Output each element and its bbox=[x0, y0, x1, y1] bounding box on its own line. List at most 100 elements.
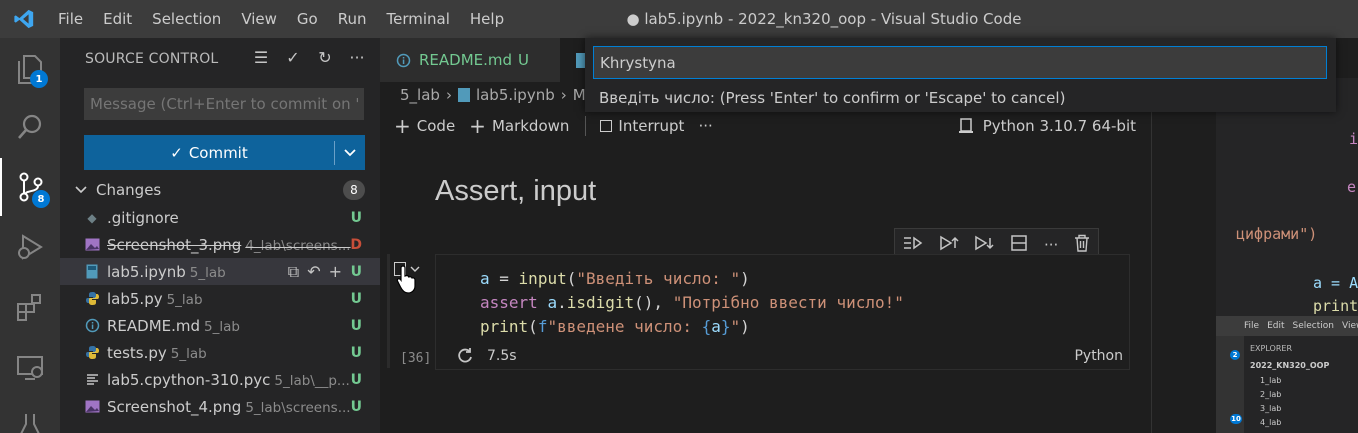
explorer-icon[interactable]: 1 bbox=[0, 40, 60, 98]
menu-run[interactable]: Run bbox=[328, 0, 377, 38]
menu-bar: File Edit Selection View Go Run Terminal… bbox=[48, 0, 514, 38]
stage-changes-icon[interactable]: + bbox=[329, 262, 342, 282]
notebook-file-icon bbox=[84, 264, 100, 280]
menu-file[interactable]: File bbox=[48, 0, 93, 38]
code-fragment: print bbox=[1313, 297, 1358, 315]
breadcrumb-file[interactable]: lab5.ipynb bbox=[476, 86, 555, 104]
title-bar: File Edit Selection View Go Run Terminal… bbox=[0, 0, 1358, 38]
interrupt-button[interactable]: Interrupt bbox=[600, 117, 684, 135]
image-file-icon bbox=[84, 237, 100, 253]
change-item-screenshot-3[interactable]: Screenshot_3.png 4_lab\screens... D bbox=[60, 231, 380, 258]
plus-icon: + bbox=[394, 114, 411, 138]
kernel-picker[interactable]: Python 3.10.7 64-bit bbox=[957, 117, 1136, 135]
changes-group-header[interactable]: Changes 8 bbox=[74, 179, 370, 201]
screenshot-menu-bar: File Edit Selection View bbox=[1216, 316, 1358, 336]
code-fragment: i bbox=[1349, 130, 1358, 148]
commit-button[interactable]: ✓ Commit bbox=[84, 135, 365, 170]
menu-terminal[interactable]: Terminal bbox=[377, 0, 460, 38]
cell-code-editor[interactable]: a = input("Введіть число: ") assert a.is… bbox=[480, 267, 904, 339]
add-code-label: Code bbox=[416, 117, 456, 135]
commit-message-input[interactable] bbox=[84, 88, 364, 120]
testing-icon[interactable] bbox=[0, 396, 60, 433]
change-item-lab5-py[interactable]: lab5.py 5_lab U bbox=[60, 285, 380, 312]
more-actions-icon[interactable]: ··· bbox=[348, 48, 366, 67]
cell-language[interactable]: Python bbox=[1074, 348, 1123, 364]
source-control-icon[interactable]: 8 bbox=[0, 158, 60, 216]
screenshot-badge: 2 bbox=[1230, 350, 1240, 360]
change-item-lab5-ipynb[interactable]: lab5.ipynb 5_lab ⧉ ↶ + U bbox=[60, 258, 380, 285]
more-cell-actions-icon[interactable]: ··· bbox=[1044, 236, 1058, 254]
split-cell-icon[interactable] bbox=[1010, 234, 1028, 256]
commit-dropdown-button[interactable] bbox=[335, 135, 365, 170]
delete-cell-icon[interactable] bbox=[1074, 234, 1090, 256]
quick-input-widget: Введіть число: (Press 'Enter' to confirm… bbox=[585, 38, 1336, 112]
source-control-panel: SOURCE CONTROL ☰ ✓ ↻ ··· ✓ Commit Change… bbox=[60, 38, 380, 433]
notebook-file-icon bbox=[457, 88, 470, 102]
menu-go[interactable]: Go bbox=[287, 0, 328, 38]
run-debug-icon[interactable] bbox=[0, 218, 60, 276]
breadcrumb-symbol[interactable]: M bbox=[573, 86, 586, 104]
change-item-readme[interactable]: README.md 5_lab U bbox=[60, 312, 380, 339]
chevron-down-icon bbox=[344, 148, 356, 156]
quick-input-field[interactable] bbox=[593, 46, 1327, 79]
code-cell[interactable]: a = input("Введіть число: ") assert a.is… bbox=[435, 254, 1130, 370]
python-file-icon bbox=[84, 345, 100, 361]
run-below-icon[interactable] bbox=[974, 234, 994, 256]
quick-input-hint: Введіть число: (Press 'Enter' to confirm… bbox=[599, 89, 1066, 107]
screenshot-folder: 1_lab bbox=[1260, 376, 1282, 385]
file-name: README.md 5_lab bbox=[107, 316, 240, 335]
menu-selection[interactable]: Selection bbox=[142, 0, 231, 38]
change-item-tests-py[interactable]: tests.py 5_lab U bbox=[60, 339, 380, 366]
screenshot-menu-item: View bbox=[1341, 321, 1358, 331]
screenshot-menu-item: File bbox=[1244, 321, 1260, 331]
search-icon[interactable] bbox=[0, 98, 60, 156]
file-status: U bbox=[350, 263, 362, 280]
file-name: lab5.py 5_lab bbox=[107, 289, 203, 308]
add-code-cell-button[interactable]: + Code bbox=[394, 114, 455, 138]
refresh-icon[interactable]: ↻ bbox=[316, 48, 334, 67]
kernel-icon bbox=[958, 118, 973, 133]
change-item-lab5-pyc[interactable]: lab5.cpython-310.pyc 5_lab\__p... U bbox=[60, 366, 380, 393]
execute-above-icon[interactable] bbox=[903, 235, 923, 255]
discard-changes-icon[interactable]: ↶ bbox=[307, 262, 320, 282]
file-status: U bbox=[350, 371, 362, 388]
kernel-label: Python 3.10.7 64-bit bbox=[982, 117, 1136, 135]
executing-spinner-icon bbox=[458, 348, 472, 363]
tab-readme[interactable]: README.md U bbox=[380, 38, 560, 82]
activity-bar: 1 8 bbox=[0, 38, 60, 433]
tab-lab5-ipynb[interactable] bbox=[560, 38, 585, 82]
code-fragment: a = A bbox=[1313, 274, 1358, 292]
run-above-icon[interactable] bbox=[939, 234, 959, 256]
add-markdown-cell-button[interactable]: + Markdown bbox=[469, 114, 569, 138]
code-fragment: цифрами") bbox=[1236, 225, 1318, 243]
file-status: U bbox=[350, 209, 362, 226]
open-file-icon[interactable]: ⧉ bbox=[288, 262, 299, 282]
chevron-right-icon: › bbox=[560, 86, 567, 104]
more-actions-button[interactable]: ··· bbox=[698, 117, 712, 135]
extensions-icon[interactable] bbox=[0, 278, 60, 336]
check-icon: ✓ bbox=[170, 143, 183, 162]
add-markdown-label: Markdown bbox=[491, 117, 570, 135]
remote-explorer-icon[interactable] bbox=[0, 338, 60, 396]
change-item-screenshot-4[interactable]: Screenshot_4.png 5_lab\screens... U bbox=[60, 393, 380, 420]
menu-edit[interactable]: Edit bbox=[93, 0, 142, 38]
screenshot-explorer-title: EXPLORER bbox=[1250, 344, 1292, 353]
chevron-down-icon bbox=[75, 186, 87, 194]
menu-view[interactable]: View bbox=[231, 0, 287, 38]
breadcrumb-folder[interactable]: 5_lab bbox=[400, 86, 440, 104]
gear-file-icon: ◆ bbox=[87, 210, 97, 225]
scm-badge: 8 bbox=[32, 190, 50, 208]
secondary-code-view: i e цифрами") a = A print bbox=[1216, 78, 1358, 336]
file-status: U bbox=[350, 344, 362, 361]
screenshot-folder: 4_lab bbox=[1260, 418, 1282, 427]
view-as-tree-icon[interactable]: ☰ bbox=[252, 48, 270, 67]
execution-count: [36] bbox=[400, 351, 432, 366]
file-name: lab5.cpython-310.pyc 5_lab\__p... bbox=[107, 370, 350, 389]
menu-help[interactable]: Help bbox=[460, 0, 514, 38]
python-file-icon bbox=[84, 291, 100, 307]
file-name: Screenshot_3.png 4_lab\screens... bbox=[107, 235, 351, 254]
commit-main-button[interactable]: ✓ Commit bbox=[84, 135, 334, 170]
change-item-gitignore[interactable]: ◆ .gitignore U bbox=[60, 204, 380, 231]
file-name: .gitignore bbox=[107, 208, 179, 227]
commit-check-icon[interactable]: ✓ bbox=[284, 48, 302, 67]
